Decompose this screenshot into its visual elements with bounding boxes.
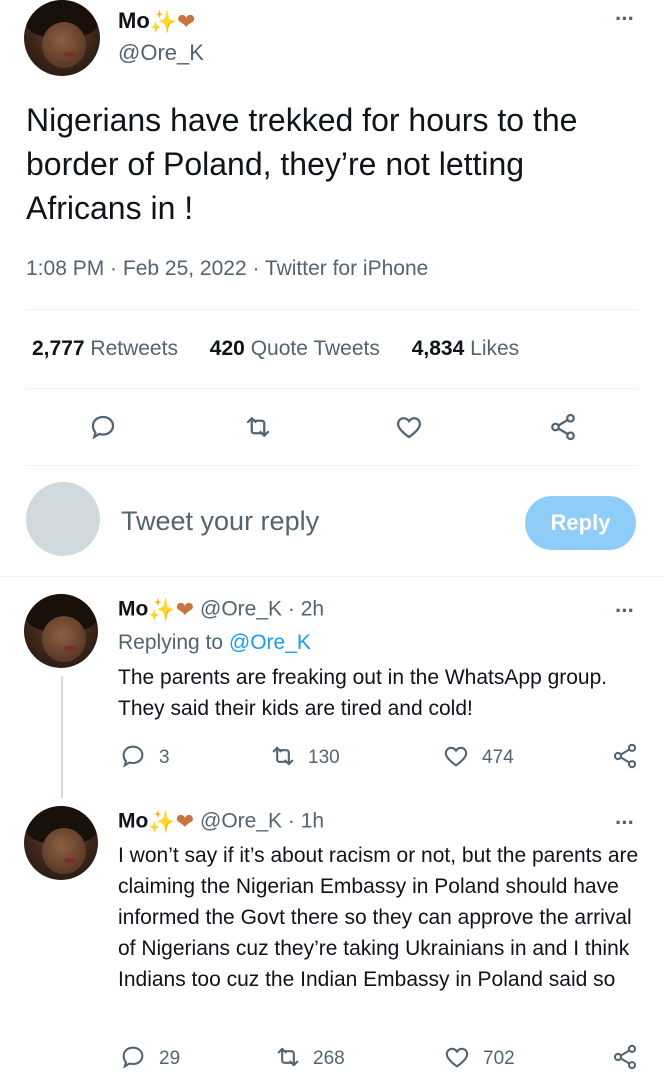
reply-icon[interactable] bbox=[119, 742, 147, 775]
sparkle-emoji-icon: ✨ bbox=[148, 597, 176, 622]
reply-button[interactable]: Reply bbox=[525, 496, 636, 550]
replying-to: Replying to @Ore_K bbox=[118, 631, 311, 654]
tweet-stats: 2,777 Retweets 420 Quote Tweets 4,834 Li… bbox=[32, 337, 545, 361]
divider bbox=[26, 465, 638, 466]
author-name-row[interactable]: Mo✨❤ bbox=[118, 8, 196, 35]
tweet-text: Nigerians have trekked for hours to the … bbox=[26, 102, 578, 226]
retweet-count: 130 bbox=[308, 747, 340, 768]
reply-author-handle[interactable]: @Ore_K bbox=[200, 598, 282, 621]
sparkle-emoji-icon: ✨ bbox=[148, 809, 176, 834]
retweet-icon[interactable] bbox=[273, 1043, 303, 1076]
heart-icon[interactable] bbox=[441, 742, 471, 775]
heart-icon[interactable] bbox=[442, 1043, 472, 1076]
more-icon[interactable]: ··· bbox=[615, 598, 635, 624]
quote-tweets-stat[interactable]: 420 Quote Tweets bbox=[210, 337, 380, 360]
reply-input[interactable]: Tweet your reply bbox=[121, 506, 319, 537]
retweet-icon[interactable] bbox=[268, 742, 298, 775]
reply-author-name[interactable]: Mo bbox=[118, 810, 148, 833]
reply-text: I won’t say if it’s about racism or not,… bbox=[118, 844, 639, 991]
reply-header: Mo✨❤ @Ore_K · 1h bbox=[118, 809, 324, 835]
sparkle-emoji-icon: ✨ bbox=[149, 9, 178, 35]
divider bbox=[0, 576, 664, 577]
divider bbox=[26, 309, 638, 310]
reply-avatar[interactable] bbox=[24, 806, 98, 880]
reply-icon[interactable] bbox=[119, 1043, 147, 1076]
author-handle[interactable]: @Ore_K bbox=[118, 40, 204, 66]
heart-icon[interactable] bbox=[393, 412, 425, 447]
more-icon[interactable]: ··· bbox=[615, 810, 635, 836]
composer-avatar bbox=[26, 482, 100, 556]
replying-to-link[interactable]: @Ore_K bbox=[229, 631, 311, 654]
reply-author-name[interactable]: Mo bbox=[118, 598, 148, 621]
share-icon[interactable] bbox=[611, 742, 639, 775]
reply-avatar[interactable] bbox=[24, 594, 98, 668]
reply-count: 3 bbox=[159, 747, 170, 768]
reply-time[interactable]: · 1h bbox=[288, 810, 324, 833]
reply-text: The parents are freaking out in the What… bbox=[118, 666, 608, 720]
share-icon[interactable] bbox=[548, 412, 578, 447]
heart-emoji-icon: ❤ bbox=[175, 809, 195, 834]
author-name: Mo bbox=[118, 8, 150, 33]
heart-emoji-icon: ❤ bbox=[175, 597, 195, 622]
share-icon[interactable] bbox=[611, 1043, 639, 1076]
reply-icon[interactable] bbox=[88, 412, 118, 447]
reply-count: 29 bbox=[159, 1048, 181, 1069]
heart-emoji-icon: ❤ bbox=[177, 9, 196, 35]
like-count: 474 bbox=[482, 747, 514, 768]
reply-time[interactable]: · 2h bbox=[288, 598, 324, 621]
retweet-count: 268 bbox=[313, 1048, 345, 1069]
retweet-icon[interactable] bbox=[242, 412, 274, 447]
likes-stat[interactable]: 4,834 Likes bbox=[412, 337, 519, 360]
reply-header: Mo✨❤ @Ore_K · 2h bbox=[118, 597, 324, 623]
reply-author-handle[interactable]: @Ore_K bbox=[200, 810, 282, 833]
more-icon[interactable]: ··· bbox=[615, 6, 635, 32]
author-avatar[interactable] bbox=[24, 0, 100, 76]
tweet-meta[interactable]: 1:08 PM · Feb 25, 2022 · Twitter for iPh… bbox=[26, 257, 428, 281]
divider bbox=[26, 388, 638, 389]
thread-line bbox=[61, 676, 63, 798]
retweets-stat[interactable]: 2,777 Retweets bbox=[32, 337, 178, 360]
like-count: 702 bbox=[483, 1048, 515, 1069]
